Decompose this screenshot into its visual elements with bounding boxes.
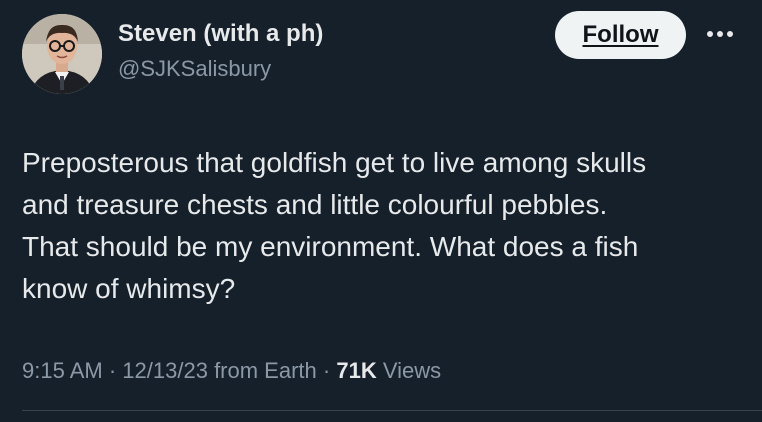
more-options-button[interactable] bbox=[700, 24, 740, 44]
avatar[interactable] bbox=[22, 14, 102, 94]
tweet-text: Preposterous that goldfish get to live a… bbox=[22, 142, 742, 310]
separator-dot: · bbox=[322, 358, 337, 383]
tweet-card: Steven (with a ph) @SJKSalisbury Follow … bbox=[0, 0, 762, 422]
tweet-text-line: Preposterous that goldfish get to live a… bbox=[22, 147, 647, 178]
views-label: Views bbox=[382, 358, 442, 383]
divider bbox=[22, 410, 762, 411]
follow-button[interactable]: Follow bbox=[555, 11, 686, 59]
views-count[interactable]: 71K bbox=[336, 358, 376, 383]
tweet-text-line: know of whimsy? bbox=[22, 273, 236, 304]
author-handle[interactable]: @SJKSalisbury bbox=[118, 56, 271, 82]
tweet-meta: 9:15 AM · 12/13/23 from Earth · 71K View… bbox=[22, 358, 441, 384]
tweet-time[interactable]: 9:15 AM bbox=[22, 358, 103, 383]
separator-dot: · bbox=[108, 358, 123, 383]
tweet-date[interactable]: 12/13/23 bbox=[122, 358, 208, 383]
tweet-source: from Earth bbox=[214, 358, 317, 383]
tweet-text-line: That should be my environment. What does… bbox=[22, 231, 639, 262]
author-name[interactable]: Steven (with a ph) bbox=[118, 20, 323, 48]
tweet-text-line: and treasure chests and little colourful… bbox=[22, 189, 608, 220]
more-horizontal-icon bbox=[706, 25, 734, 43]
